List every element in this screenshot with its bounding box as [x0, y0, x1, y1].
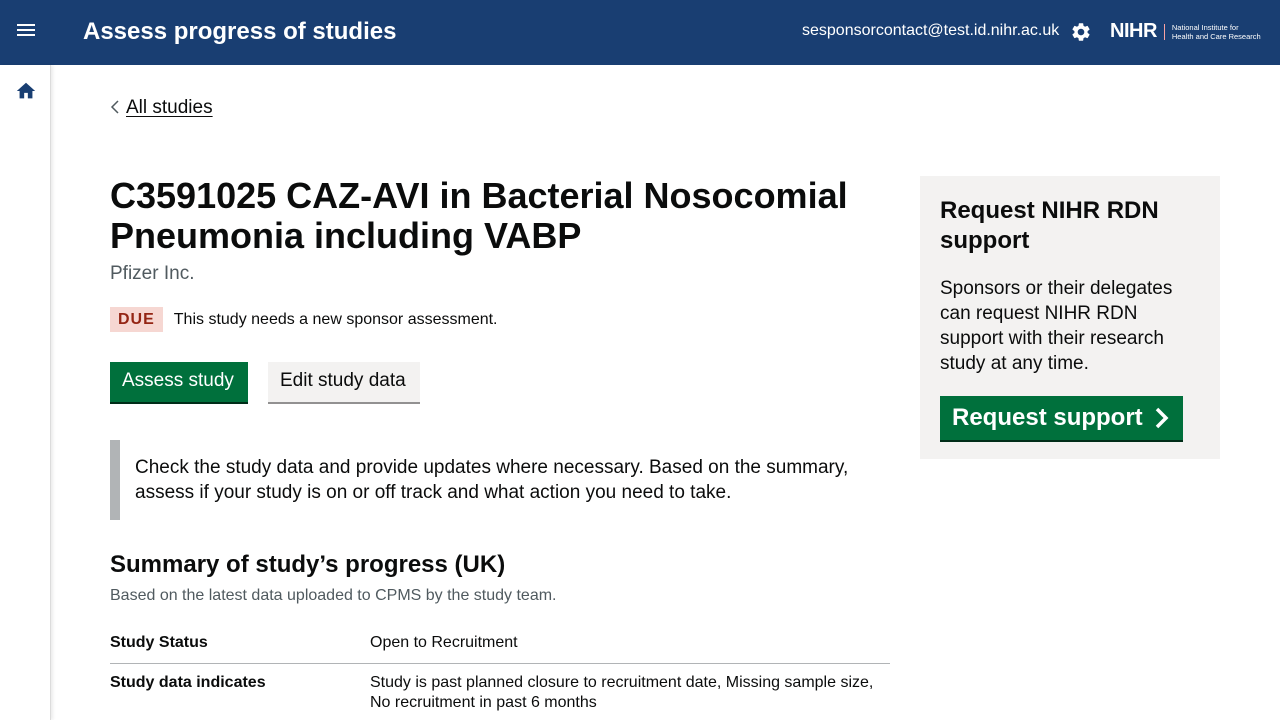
status-badge: DUE	[110, 307, 163, 332]
summary-key: Study data indicates	[110, 674, 266, 691]
logo-divider	[1163, 23, 1165, 40]
sidebar	[0, 65, 51, 720]
chevron-right-icon	[1155, 407, 1169, 429]
page-title: C3591025 CAZ-AVI in Bacterial Nosocomial…	[110, 175, 848, 256]
edit-study-data-button[interactable]: Edit study data	[268, 362, 420, 402]
request-support-label: Request support	[952, 404, 1143, 431]
back-link[interactable]: All studies	[110, 97, 213, 119]
back-link-label[interactable]: All studies	[126, 97, 213, 119]
panel-heading: Request NIHR RDN support	[940, 197, 1159, 254]
user-email: sesponsorcontact@test.id.nihr.ac.uk	[802, 22, 1060, 39]
hamburger-menu-icon[interactable]	[17, 22, 37, 44]
inset-text: Check the study data and provide updates…	[110, 440, 890, 520]
chevron-left-icon	[110, 99, 120, 117]
summary-key: Study Status	[110, 634, 208, 651]
home-icon[interactable]	[15, 80, 37, 102]
logo-text-line2: Health and Care Research	[1171, 31, 1261, 41]
request-support-button[interactable]: Request support	[940, 396, 1183, 440]
assess-study-button[interactable]: Assess study	[110, 362, 248, 402]
app-title: Assess progress of studies	[83, 18, 397, 45]
summary-value: Study is past planned closure to recruit…	[370, 674, 874, 711]
summary-row: Study data indicates Study is past plann…	[110, 664, 890, 720]
gear-icon[interactable]	[1070, 21, 1092, 43]
sponsor-name: Pfizer Inc.	[110, 263, 195, 284]
logo-text-line1: National Institute for	[1171, 22, 1239, 32]
summary-caption: Based on the latest data uploaded to CPM…	[110, 587, 557, 604]
logo-text: National Institute for Health and Care R…	[1172, 23, 1261, 41]
status-row: DUE This study needs a new sponsor asses…	[110, 307, 498, 332]
request-support-panel: Request NIHR RDN support Sponsors or the…	[920, 176, 1220, 459]
nihr-logo: NIHR National Institute for Health and C…	[1110, 20, 1261, 43]
app-header: Assess progress of studies sesponsorcont…	[0, 0, 1280, 65]
summary-heading: Summary of study’s progress (UK)	[110, 551, 506, 578]
logo-mark: NIHR	[1110, 20, 1157, 42]
summary-row: Study Status Open to Recruitment	[110, 624, 890, 664]
status-message: This study needs a new sponsor assessmen…	[173, 310, 498, 328]
summary-value: Open to Recruitment	[370, 634, 518, 651]
summary-list: Study Status Open to Recruitment Study d…	[110, 624, 890, 720]
panel-body: Sponsors or their delegates can request …	[940, 278, 1173, 374]
